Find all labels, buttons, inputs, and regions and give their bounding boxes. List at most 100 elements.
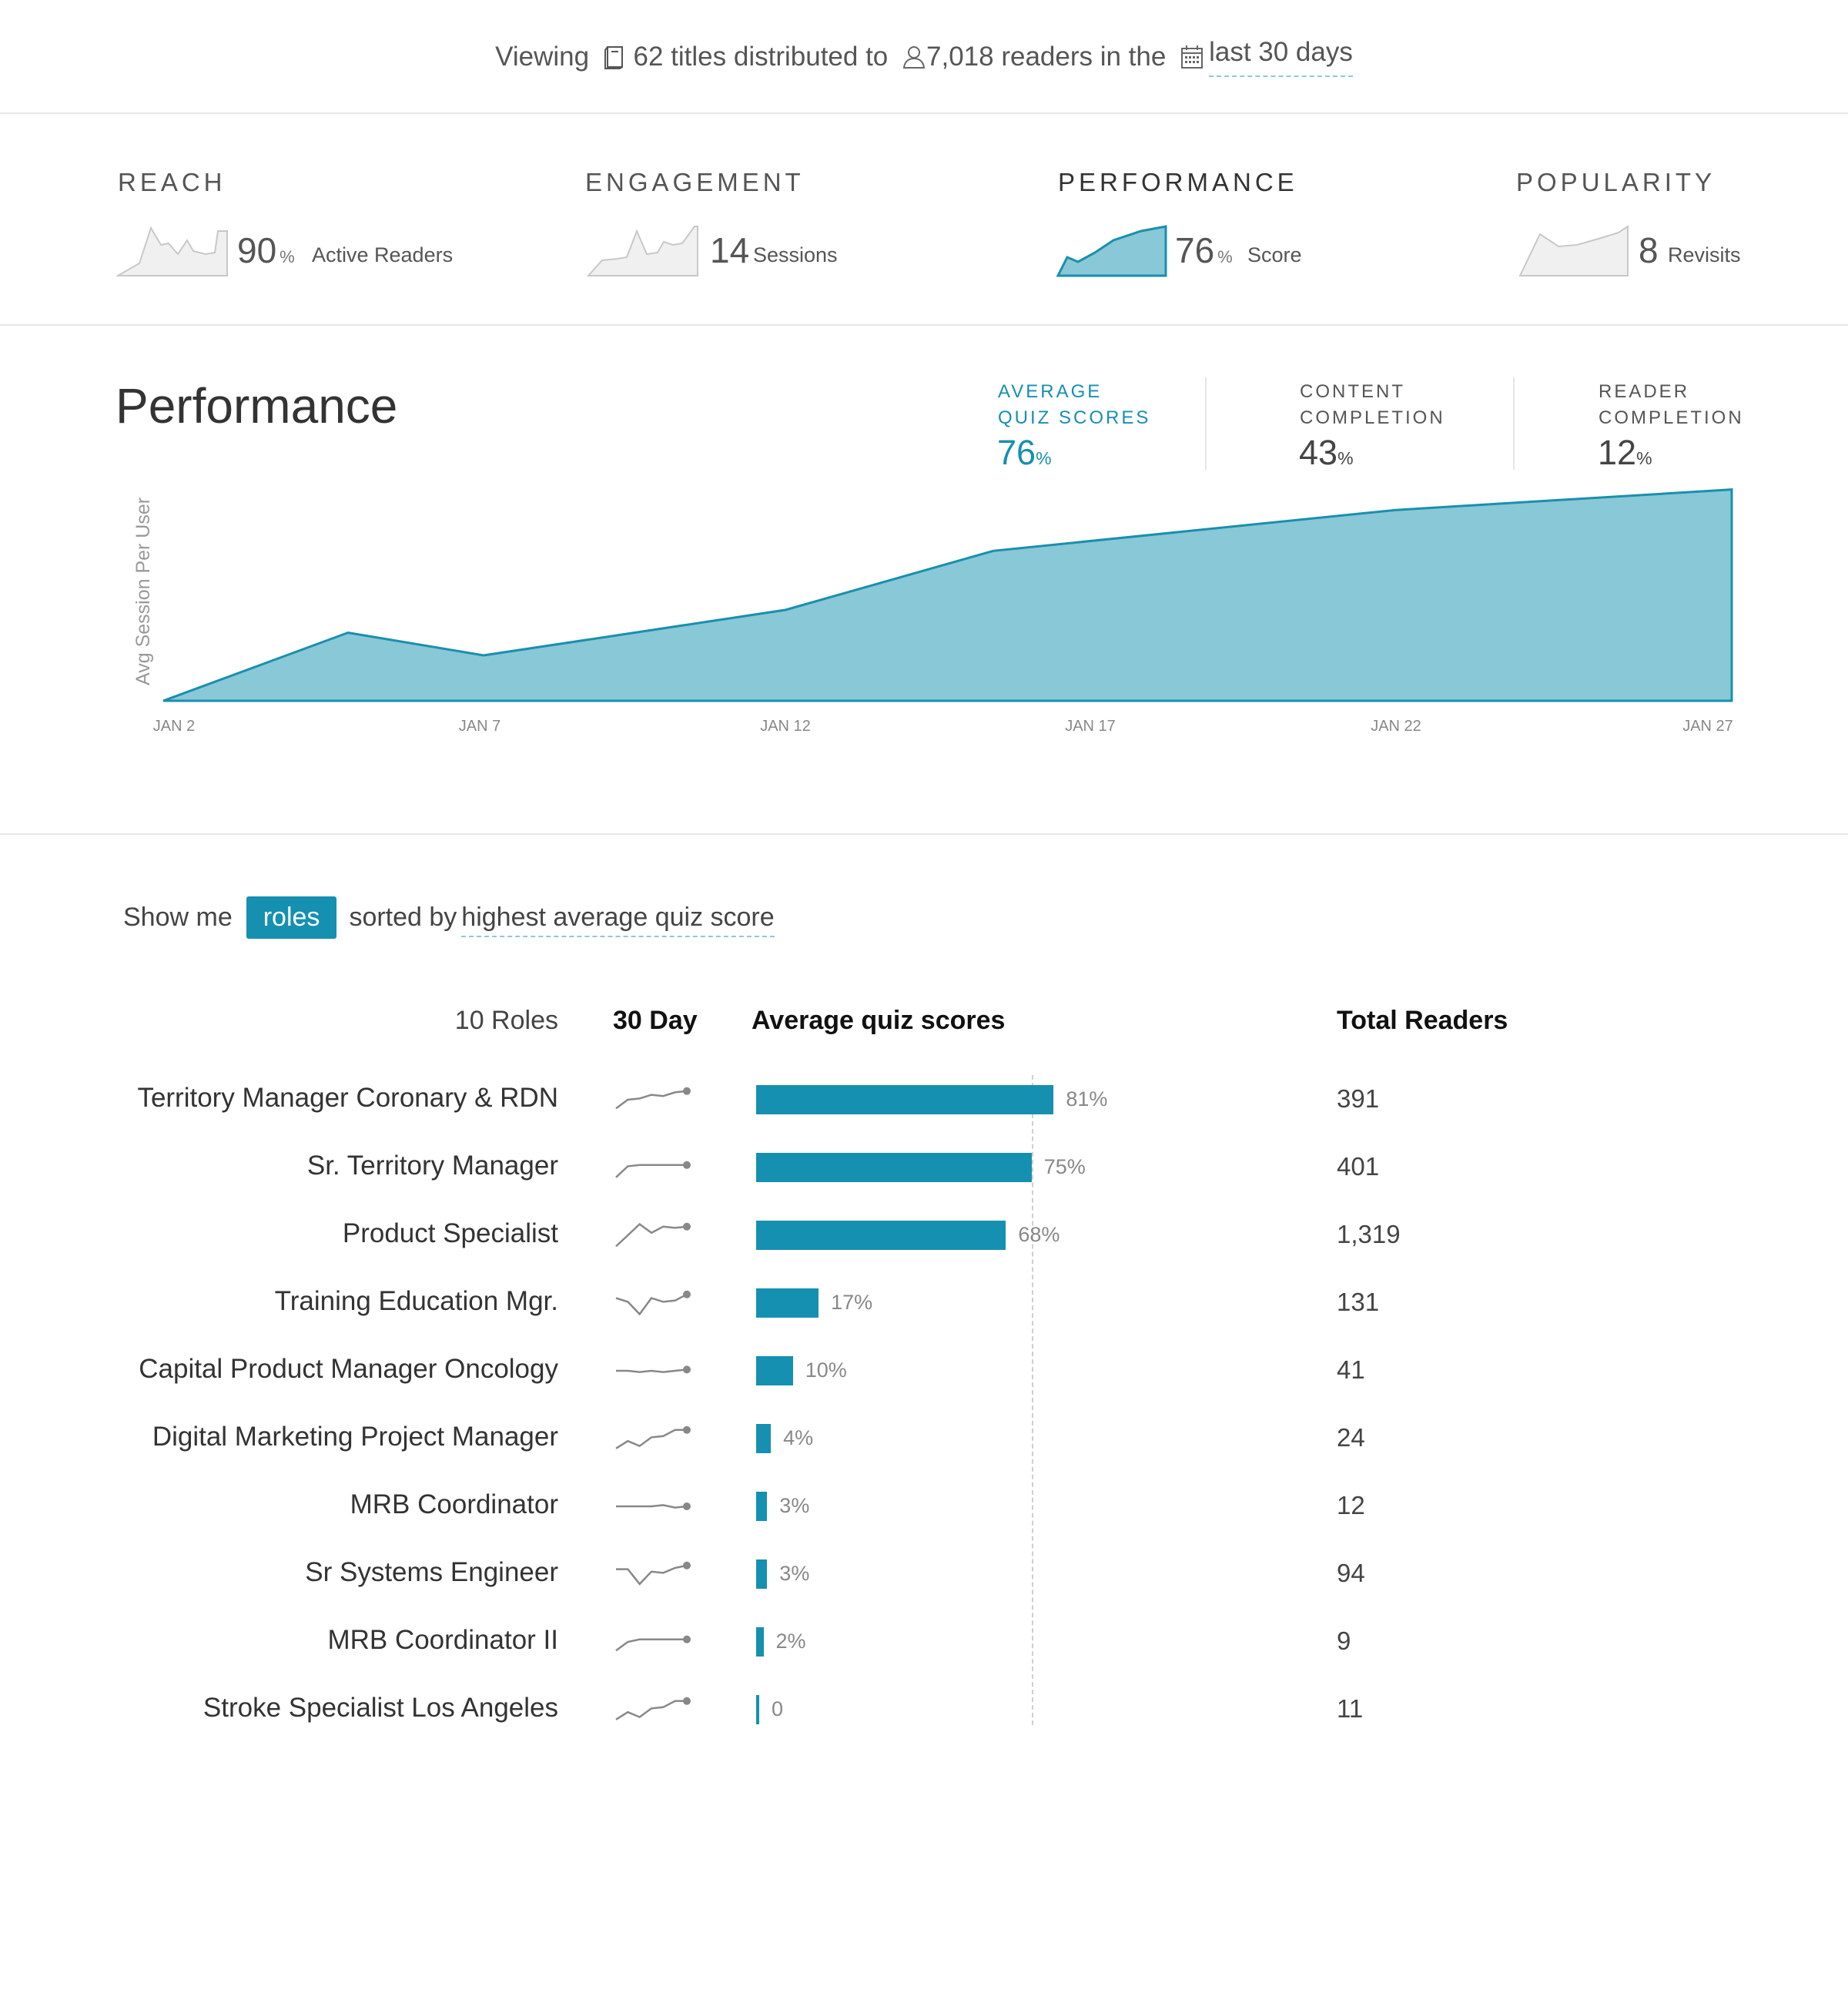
summary-readers: 7,018 readers in the [926, 42, 1167, 72]
score-label: 0 [772, 1697, 784, 1720]
total-readers: 41 [1337, 1355, 1365, 1384]
score-bar[interactable] [756, 1559, 768, 1589]
column-header-roles[interactable]: 10 Roles [455, 1006, 558, 1036]
metric-value: 8 [1639, 230, 1659, 270]
sorted-by-label: sorted by [349, 903, 457, 932]
x-tick-label: JAN 27 [1682, 718, 1733, 735]
metric-label: PERFORMANCE [1058, 168, 1298, 196]
trend-sparkline [615, 1161, 691, 1178]
score-label: 4% [783, 1426, 814, 1449]
trend-sparkline [616, 1561, 691, 1586]
total-readers: 401 [1337, 1152, 1380, 1181]
x-tick-label: JAN 7 [458, 718, 501, 735]
total-readers: 131 [1337, 1288, 1380, 1316]
metric-label: ENGAGEMENT [585, 168, 805, 196]
score-label: 81% [1066, 1087, 1108, 1111]
metric-desc: Active Readers [312, 243, 454, 266]
role-name: Sr Systems Engineer [305, 1557, 558, 1587]
score-label: 75% [1043, 1155, 1086, 1178]
total-readers: 24 [1337, 1423, 1365, 1452]
summary-prefix: Viewing [495, 42, 590, 72]
user-icon [902, 46, 926, 69]
metric-label: POPULARITY [1516, 168, 1716, 196]
role-name: Capital Product Manager Oncology [139, 1354, 558, 1384]
role-name: Sr. Territory Manager [306, 1151, 558, 1181]
trend-sparkline [615, 1697, 691, 1720]
total-readers: 391 [1337, 1084, 1380, 1113]
metric-desc: Revisits [1668, 243, 1741, 266]
reference-line [1031, 1075, 1033, 1725]
total-readers: 94 [1337, 1559, 1365, 1587]
score-label: 3% [779, 1562, 810, 1585]
column-header-score[interactable]: Average quiz scores [752, 1006, 1005, 1036]
performance-area-chart [162, 488, 1733, 702]
metric-sparkline [587, 226, 698, 276]
period-selector[interactable]: last 30 days [1209, 37, 1353, 77]
score-bar[interactable] [756, 1085, 1054, 1114]
metric-desc: Score [1247, 243, 1302, 266]
column-header-readers[interactable]: Total Readers [1337, 1006, 1508, 1036]
total-readers: 1,319 [1337, 1220, 1401, 1248]
role-name: Training Education Mgr. [274, 1286, 558, 1316]
show-me-label: Show me [123, 903, 233, 932]
area-series[interactable] [162, 488, 1733, 702]
metric-value: 76% [1175, 230, 1233, 270]
book-icon [604, 46, 623, 69]
score-label: 10% [805, 1358, 847, 1382]
column-header-trend[interactable]: 30 Day [613, 1006, 698, 1036]
score-bar[interactable] [756, 1356, 793, 1385]
x-tick-label: JAN 12 [760, 718, 811, 735]
divider [0, 833, 1848, 835]
role-name: Product Specialist [342, 1218, 558, 1248]
score-label: 3% [779, 1494, 810, 1517]
total-readers: 11 [1337, 1694, 1364, 1723]
divider [0, 112, 1848, 114]
score-bar[interactable] [756, 1695, 759, 1724]
trend-sparkline [615, 1290, 691, 1316]
divider [1513, 377, 1515, 470]
divider [0, 324, 1848, 326]
metric-sparkline [1056, 225, 1167, 277]
trend-sparkline [615, 1222, 691, 1248]
role-name: Territory Manager Coronary & RDN [137, 1083, 558, 1113]
score-label: 68% [1018, 1223, 1060, 1246]
score-bar[interactable] [756, 1288, 819, 1318]
metric-value: 14 [710, 230, 750, 270]
trend-sparkline [615, 1425, 691, 1449]
sort-field-selector[interactable]: highest average quiz score [461, 903, 775, 937]
role-name: MRB Coordinator [350, 1489, 558, 1519]
trend-sparkline [615, 1635, 691, 1652]
stat-label: AVERAGE QUIZ SCORES [998, 381, 1151, 428]
divider [1205, 377, 1207, 470]
stat-label: CONTENT COMPLETION [1300, 381, 1445, 428]
score-label: 2% [775, 1630, 806, 1653]
total-readers: 9 [1337, 1626, 1351, 1655]
metric-value: 90% [237, 230, 295, 270]
score-bar[interactable] [756, 1627, 764, 1657]
metric-label: REACH [118, 168, 226, 196]
metric-sparkline [1518, 225, 1629, 276]
x-tick-label: JAN 17 [1065, 718, 1116, 735]
summary-bar: Viewing 62 titles distributed to 7,018 r… [0, 37, 1848, 77]
score-bar[interactable] [756, 1424, 772, 1453]
metric-desc: Sessions [753, 243, 838, 266]
section-title: Performance [116, 378, 398, 434]
calendar-icon [1181, 45, 1204, 69]
score-bar[interactable] [756, 1221, 1006, 1250]
trend-sparkline [616, 1502, 691, 1510]
summary-titles: 62 titles distributed to [633, 42, 889, 72]
score-label: 17% [831, 1291, 873, 1314]
role-name: MRB Coordinator II [327, 1625, 558, 1655]
trend-sparkline [615, 1087, 691, 1110]
stat-label: READER COMPLETION [1599, 381, 1744, 428]
group-by-pill[interactable]: roles [246, 896, 337, 939]
x-tick-label: JAN 22 [1371, 718, 1421, 735]
total-readers: 12 [1337, 1491, 1365, 1519]
role-name: Digital Marketing Project Manager [152, 1422, 558, 1452]
score-bar[interactable] [756, 1492, 768, 1521]
trend-sparkline [616, 1365, 691, 1374]
score-bar[interactable] [756, 1153, 1032, 1182]
filter-sentence: Show me roles sorted by highest average qui… [123, 896, 775, 939]
role-name: Stroke Specialist Los Angeles [203, 1693, 558, 1723]
x-tick-label: JAN 2 [152, 718, 196, 735]
